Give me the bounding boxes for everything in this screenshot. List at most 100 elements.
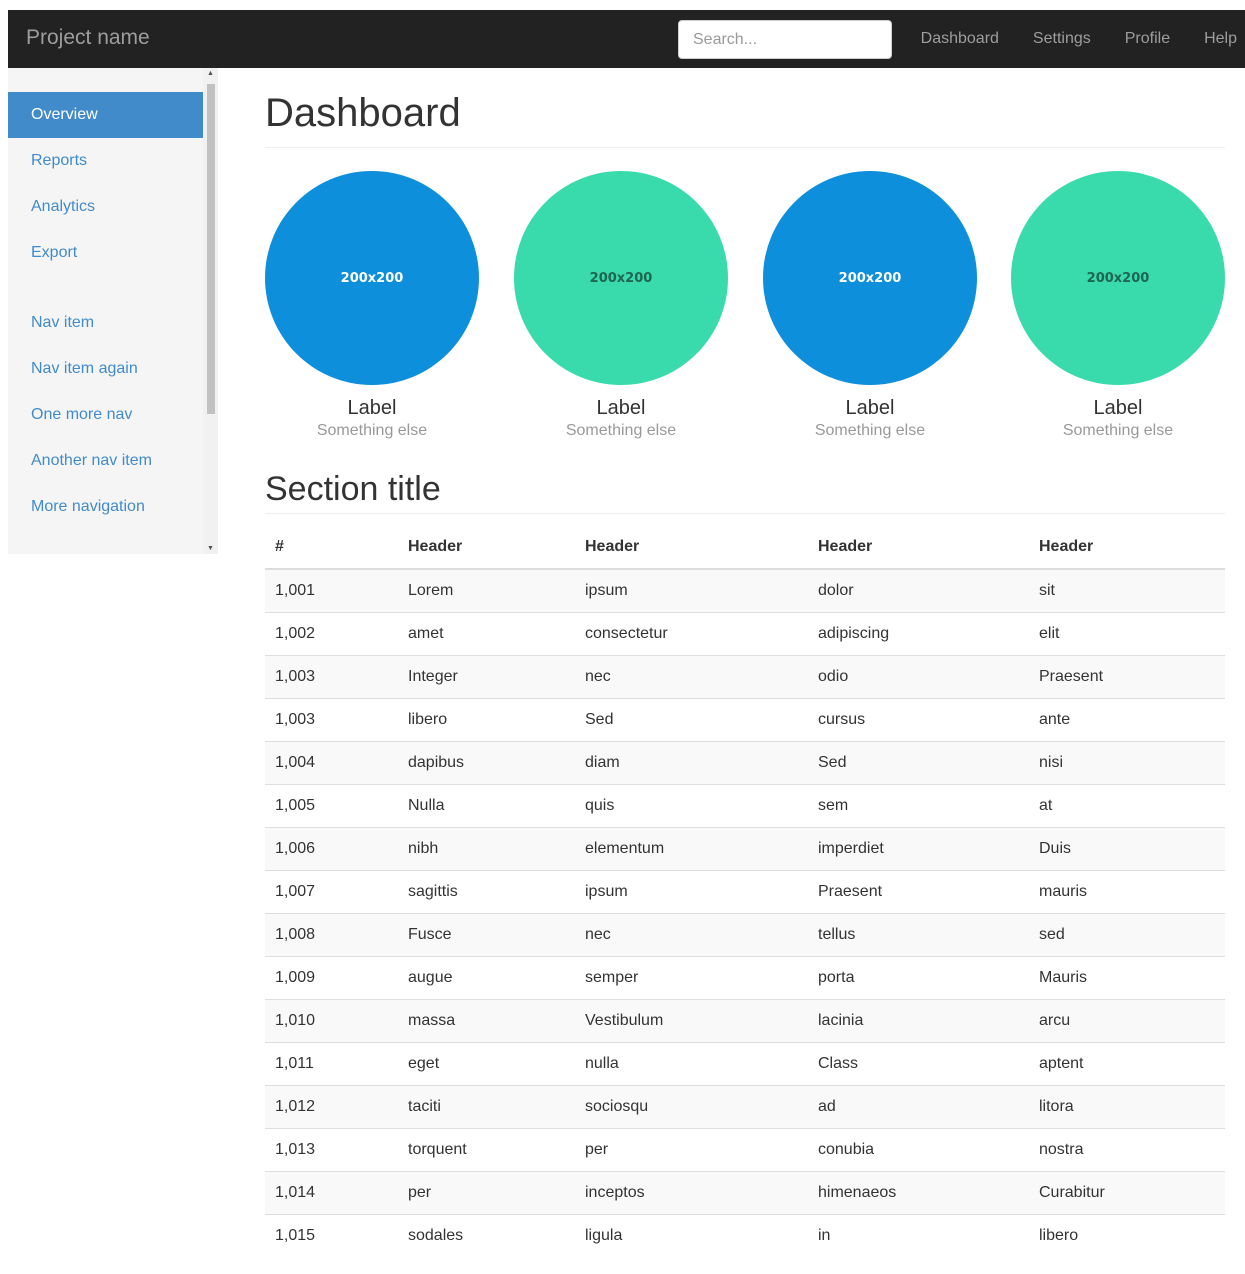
table-cell: dapibus — [398, 741, 575, 785]
table-row: 1,003 libero Sed cursus ante — [265, 698, 1225, 742]
table-row: 1,003 Integer nec odio Praesent — [265, 655, 1225, 699]
sidebar-item-analytics[interactable]: Analytics — [8, 184, 203, 230]
sidebar-item-nav-item[interactable]: Nav item — [8, 300, 203, 346]
table-row: 1,008 Fusce nec tellus sed — [265, 913, 1225, 957]
table-cell: 1,008 — [265, 913, 398, 957]
sidebar-item-nav-item-again[interactable]: Nav item again — [8, 346, 203, 392]
placeholder-image-text: 200x200 — [838, 270, 902, 286]
nav-link-profile[interactable]: Profile — [1108, 10, 1187, 68]
table-cell: sodales — [398, 1214, 575, 1257]
table-header-row: # Header Header Header Header — [265, 526, 1225, 570]
table-row: 1,002 amet consectetur adipiscing elit — [265, 612, 1225, 656]
table-row: 1,012 taciti sociosqu ad litora — [265, 1085, 1225, 1129]
table-cell: 1,012 — [265, 1085, 398, 1129]
table-cell: mauris — [1029, 870, 1225, 914]
table-cell: amet — [398, 612, 575, 656]
table-cell: Praesent — [808, 870, 1029, 914]
table-cell: 1,003 — [265, 698, 398, 742]
table-cell: Mauris — [1029, 956, 1225, 1000]
placeholder-sublabel: Something else — [814, 422, 926, 439]
table-cell: 1,014 — [265, 1171, 398, 1215]
table-cell: adipiscing — [808, 612, 1029, 656]
table-cell: elit — [1029, 612, 1225, 656]
table-cell: Integer — [398, 655, 575, 699]
table-row: 1,004 dapibus diam Sed nisi — [265, 741, 1225, 785]
table-cell: ante — [1029, 698, 1225, 742]
table-cell: cursus — [808, 698, 1029, 742]
sidebar-item-more-navigation[interactable]: More navigation — [8, 484, 203, 530]
column-header: Header — [1029, 526, 1225, 570]
scrollbar-thumb[interactable] — [207, 84, 215, 414]
column-header-number: # — [265, 526, 398, 570]
sidebar-item-export[interactable]: Export — [8, 230, 203, 276]
table-cell: per — [398, 1171, 575, 1215]
table-cell: per — [575, 1128, 808, 1172]
table-cell: dolor — [808, 568, 1029, 613]
table-cell: 1,004 — [265, 741, 398, 785]
table-cell: nec — [575, 655, 808, 699]
brand-link[interactable]: Project name — [26, 26, 150, 50]
table-cell: massa — [398, 999, 575, 1043]
sidebar-item-another-nav-item[interactable]: Another nav item — [8, 438, 203, 484]
table-cell: ligula — [575, 1214, 808, 1257]
placeholder-image: 200x200 — [265, 171, 479, 385]
table-cell: litora — [1029, 1085, 1225, 1129]
table-cell: Vestibulum — [575, 999, 808, 1043]
table-cell: sagittis — [398, 870, 575, 914]
table-cell: arcu — [1029, 999, 1225, 1043]
placeholders-row: 200x200 Label Something else 200x200 Lab… — [265, 171, 1225, 467]
table-cell: Sed — [575, 698, 808, 742]
column-header: Header — [575, 526, 808, 570]
placeholder-image-text: 200x200 — [1086, 270, 1150, 286]
sidebar-item-one-more-nav[interactable]: One more nav — [8, 392, 203, 438]
table-row: 1,006 nibh elementum imperdiet Duis — [265, 827, 1225, 871]
table-cell: sed — [1029, 913, 1225, 957]
placeholder-label: Label — [1093, 397, 1143, 419]
sidebar-scrollbar[interactable]: ▲ ▼ — [203, 68, 218, 554]
placeholder-label: Label — [347, 397, 397, 419]
table-cell: semper — [575, 956, 808, 1000]
table-row: 1,001 Lorem ipsum dolor sit — [265, 568, 1225, 613]
column-header: Header — [398, 526, 575, 570]
table-cell: odio — [808, 655, 1029, 699]
placeholder-image: 200x200 — [1011, 171, 1225, 385]
sidebar-item-overview[interactable]: Overview — [8, 92, 203, 138]
table-cell: eget — [398, 1042, 575, 1086]
nav-link-dashboard[interactable]: Dashboard — [904, 10, 1016, 68]
table-cell: himenaeos — [808, 1171, 1029, 1215]
table-cell: 1,013 — [265, 1128, 398, 1172]
nav-link-help[interactable]: Help — [1187, 10, 1237, 68]
sidebar-item-reports[interactable]: Reports — [8, 138, 203, 184]
navbar-links: Dashboard Settings Profile Help — [904, 10, 1237, 68]
table-cell: 1,005 — [265, 784, 398, 828]
sidebar-nav: Overview Reports Analytics Export Nav it… — [8, 92, 203, 530]
table-cell: taciti — [398, 1085, 575, 1129]
table-row: 1,010 massa Vestibulum lacinia arcu — [265, 999, 1225, 1043]
sidebar: Overview Reports Analytics Export Nav it… — [8, 68, 218, 554]
table-cell: libero — [398, 698, 575, 742]
scroll-up-arrow-icon[interactable]: ▲ — [203, 70, 218, 77]
table-cell: nulla — [575, 1042, 808, 1086]
table-cell: aptent — [1029, 1042, 1225, 1086]
placeholder-item: 200x200 Label Something else — [1011, 171, 1225, 442]
table-cell: Lorem — [398, 568, 575, 613]
table-cell: ipsum — [575, 870, 808, 914]
table-cell: 1,003 — [265, 655, 398, 699]
placeholder-label: Label — [596, 397, 646, 419]
table-cell: conubia — [808, 1128, 1029, 1172]
scroll-down-arrow-icon[interactable]: ▼ — [203, 545, 218, 552]
table-cell: consectetur — [575, 612, 808, 656]
table-cell: Nulla — [398, 784, 575, 828]
table-cell: Praesent — [1029, 655, 1225, 699]
nav-link-settings[interactable]: Settings — [1016, 10, 1108, 68]
table-row: 1,013 torquent per conubia nostra — [265, 1128, 1225, 1172]
table-cell: ipsum — [575, 568, 808, 613]
table-cell: quis — [575, 784, 808, 828]
table-cell: porta — [808, 956, 1029, 1000]
table-cell: nibh — [398, 827, 575, 871]
table-cell: nostra — [1029, 1128, 1225, 1172]
table-cell: sociosqu — [575, 1085, 808, 1129]
table-cell: nec — [575, 913, 808, 957]
section-title: Section title — [265, 467, 1225, 514]
search-input[interactable] — [678, 20, 892, 59]
